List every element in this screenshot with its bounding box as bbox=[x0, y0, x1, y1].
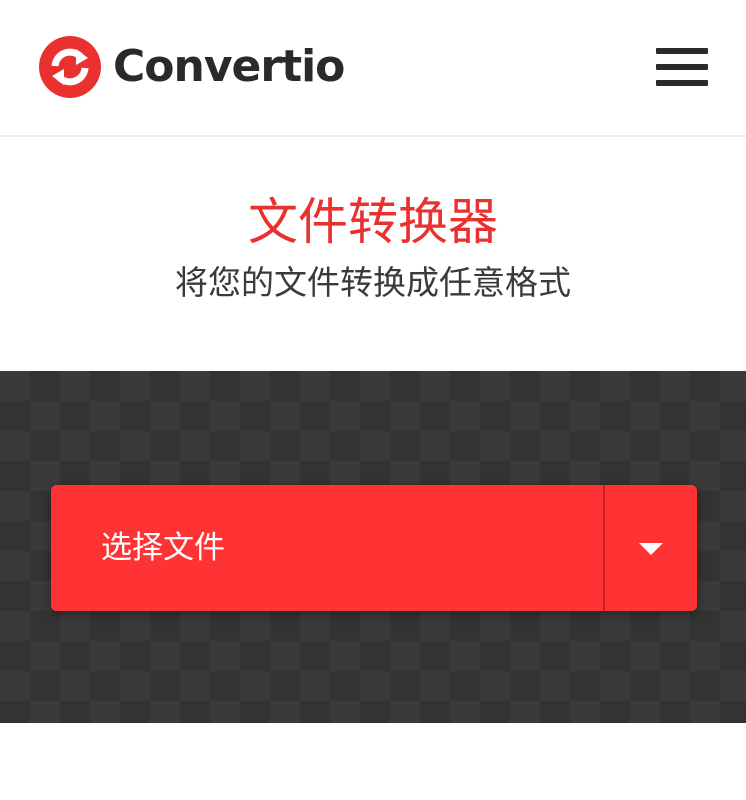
menu-bar-bottom bbox=[656, 80, 708, 86]
brand-logo-link[interactable]: Convertio bbox=[39, 36, 345, 98]
convertio-logo-icon bbox=[39, 36, 101, 98]
hero-section: 文件转换器 将您的文件转换成任意格式 bbox=[0, 137, 746, 371]
site-header: Convertio bbox=[0, 0, 746, 137]
upload-source-dropdown-button[interactable] bbox=[605, 485, 697, 611]
hamburger-menu-icon[interactable] bbox=[656, 48, 708, 86]
menu-bar-top bbox=[656, 48, 708, 54]
file-dropzone[interactable]: 选择文件 bbox=[0, 371, 746, 723]
page-subtitle: 将您的文件转换成任意格式 bbox=[175, 263, 571, 302]
brand-name: Convertio bbox=[113, 41, 345, 92]
menu-bar-middle bbox=[656, 64, 708, 70]
file-chooser-group: 选择文件 bbox=[51, 485, 697, 611]
caret-down-icon bbox=[639, 543, 663, 555]
choose-files-button[interactable]: 选择文件 bbox=[51, 485, 603, 611]
page-title: 文件转换器 bbox=[248, 193, 498, 251]
choose-files-label: 选择文件 bbox=[101, 530, 225, 566]
content-below-dropzone bbox=[0, 723, 746, 800]
